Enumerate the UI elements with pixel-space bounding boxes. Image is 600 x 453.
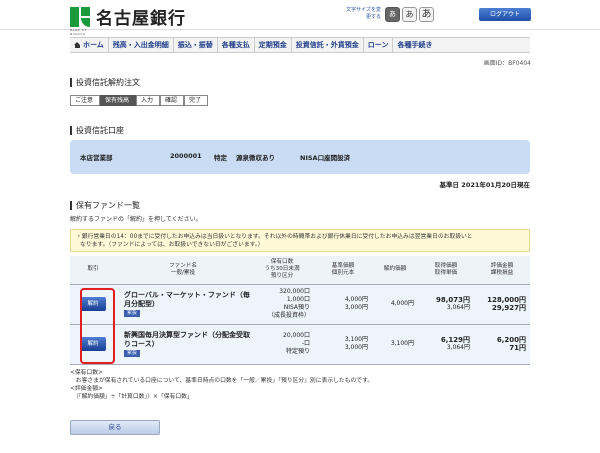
table-row: 解約 グローバル・マーケット・ファンド（毎月分配型） 累投 320,000口 1… xyxy=(70,284,530,325)
home-icon xyxy=(74,42,81,48)
step-complete: 完了 xyxy=(184,95,209,106)
font-medium-button[interactable]: あ xyxy=(402,7,417,22)
valuation: 6,200円 xyxy=(496,336,526,344)
nav-home[interactable]: ホーム xyxy=(70,38,109,52)
acq-unit: 3,064円 xyxy=(446,344,470,351)
cancel-price: 3,100円 xyxy=(372,324,418,365)
step-input: 入力 xyxy=(136,95,161,106)
branch-name: 本店営業部 xyxy=(80,154,113,162)
highlight-frame xyxy=(80,288,115,364)
table-row: 解約 新興国毎月決算型ファンド（分配金受取りコース） 累投 20,000口 -口… xyxy=(70,324,530,365)
fund-type-badge: 累投 xyxy=(124,350,141,357)
notice-line-1: ・銀行営業日の14：00までに受付したお申込みは当日扱いとなります。それ以外の時… xyxy=(76,234,473,240)
nav-time-deposit[interactable]: 定期預金 xyxy=(255,38,292,52)
logout-button[interactable]: ログアウト xyxy=(479,8,531,21)
funds-description: 解約するファンドの「解約」を押してください。 xyxy=(70,216,202,223)
notice-line-2: なります。（ファンドによっては、お取扱いできない日がございます。） xyxy=(80,242,264,248)
nav-investment[interactable]: 投資信託・外貨預金 xyxy=(292,38,364,52)
acq-amount: 98,073円 xyxy=(435,296,470,304)
col-units: 保有口数 うち30日未満 預り区分 xyxy=(250,256,314,285)
cancel-price: 4,000円 xyxy=(372,284,418,325)
col-action: 取引 xyxy=(70,256,116,285)
note-units-text: お客さまが保有されている口座について、基準日時点の口数を「一般／累投」「預り区分… xyxy=(70,378,374,384)
nav-procedures[interactable]: 各種手続き xyxy=(393,38,436,52)
table-header-row: 取引 ファンド名 一般/累投 保有口数 うち30日未満 預り区分 基準価額 個別… xyxy=(70,256,530,285)
pnl: 29,927円 xyxy=(491,304,526,312)
page-title: 投資信託解約注文 xyxy=(70,78,140,87)
col-acq-amount: 取得価額 取得単価 xyxy=(418,256,474,285)
back-button[interactable]: 戻る xyxy=(70,420,160,435)
category: 特定預り xyxy=(285,348,310,355)
pnl: 71円 xyxy=(509,344,526,352)
font-large-button[interactable]: あ xyxy=(419,7,434,22)
base-price: 3,100円 xyxy=(344,336,368,343)
note-valuation-text: （「解約価額」÷「計算口数」）×「保有口数」 xyxy=(70,394,193,400)
nisa-status: NISA口座開設済 xyxy=(300,154,351,162)
nav-loan[interactable]: ローン xyxy=(364,38,394,52)
account-number: 2000001 xyxy=(170,152,202,160)
nav-balance[interactable]: 残高・入出金明細 xyxy=(109,38,174,52)
font-small-button[interactable]: あ xyxy=(385,7,400,22)
account-info-box: 本店営業部 2000001 特定 源泉徴収あり NISA口座開設済 xyxy=(70,140,530,174)
logo-subtext: BANK OF NAGOYA xyxy=(70,27,87,36)
step-caution: ご注意 xyxy=(70,95,101,106)
acq-unit: 3,064円 xyxy=(446,304,470,311)
col-base-price: 基準価額 個別元本 xyxy=(314,256,372,285)
account-section-title: 投資信託口座 xyxy=(70,126,124,135)
valuation: 128,000円 xyxy=(487,296,526,304)
withholding-status: 源泉徴収あり xyxy=(236,154,275,162)
principal: 3,000円 xyxy=(344,344,368,351)
notes: <保有口数> お客さまが保有されている口座について、基準日時点の口数を「一般／累… xyxy=(70,369,373,401)
main-nav: ホーム 残高・入出金明細 振込・振替 各種支払 定期預金 投資信託・外貨預金 ロ… xyxy=(70,37,530,53)
fund-name: グローバル・マーケット・ファンド（毎月分配型） xyxy=(124,291,250,308)
holdings-table: 取引 ファンド名 一般/累投 保有口数 うち30日未満 預り区分 基準価額 個別… xyxy=(70,256,530,365)
step-holdings: 保有残高 xyxy=(100,95,137,106)
acq-amount: 6,129円 xyxy=(440,336,470,344)
fund-name: 新興国毎月決算型ファンド（分配金受取りコース） xyxy=(124,331,250,348)
units: 320,000口 xyxy=(279,288,310,295)
bank-logo[interactable]: BANK OF NAGOYA 名古屋銀行 xyxy=(70,4,186,36)
base-date: 基準日 2021年01月20日現在 xyxy=(439,181,530,189)
units-30: 1,000口 xyxy=(286,296,310,303)
fontsize-label: 文字サイズを変更する xyxy=(346,7,381,20)
col-fund: ファンド名 一般/累投 xyxy=(116,256,250,285)
nav-payments[interactable]: 各種支払 xyxy=(218,38,255,52)
notice-box: ・銀行営業日の14：00までに受付したお申込みは当日扱いとなります。それ以外の時… xyxy=(70,229,530,252)
funds-section-title: 保有ファンド一覧 xyxy=(70,201,140,210)
category: NISA預り xyxy=(283,304,310,311)
progress-steps: ご注意 保有残高 入力 確認 完了 xyxy=(70,95,209,106)
base-price: 4,000円 xyxy=(344,296,368,303)
bank-logo-icon: BANK OF NAGOYA xyxy=(70,6,90,36)
header: BANK OF NAGOYA 名古屋銀行 文字サイズを変更する あ あ あ ログ… xyxy=(0,0,600,36)
principal: 3,000円 xyxy=(344,304,368,311)
nav-transfer[interactable]: 振込・振替 xyxy=(174,38,218,52)
note-units-title: <保有口数> xyxy=(70,370,103,376)
col-cancel-price: 解約価額 xyxy=(372,256,418,285)
category-sub: （成長投資枠） xyxy=(267,312,310,319)
col-valuation: 評価金額 課税損益 xyxy=(474,256,530,285)
note-valuation-title: <評価金額> xyxy=(70,386,103,392)
step-confirm: 確認 xyxy=(160,95,185,106)
bank-name: 名古屋銀行 xyxy=(96,9,186,29)
units-30: -口 xyxy=(301,340,310,347)
fund-type-badge: 累投 xyxy=(124,310,141,317)
screen-id: 画面ID：BF0404 xyxy=(483,60,531,67)
units: 20,000口 xyxy=(283,332,310,339)
account-type: 特定 xyxy=(214,154,227,162)
